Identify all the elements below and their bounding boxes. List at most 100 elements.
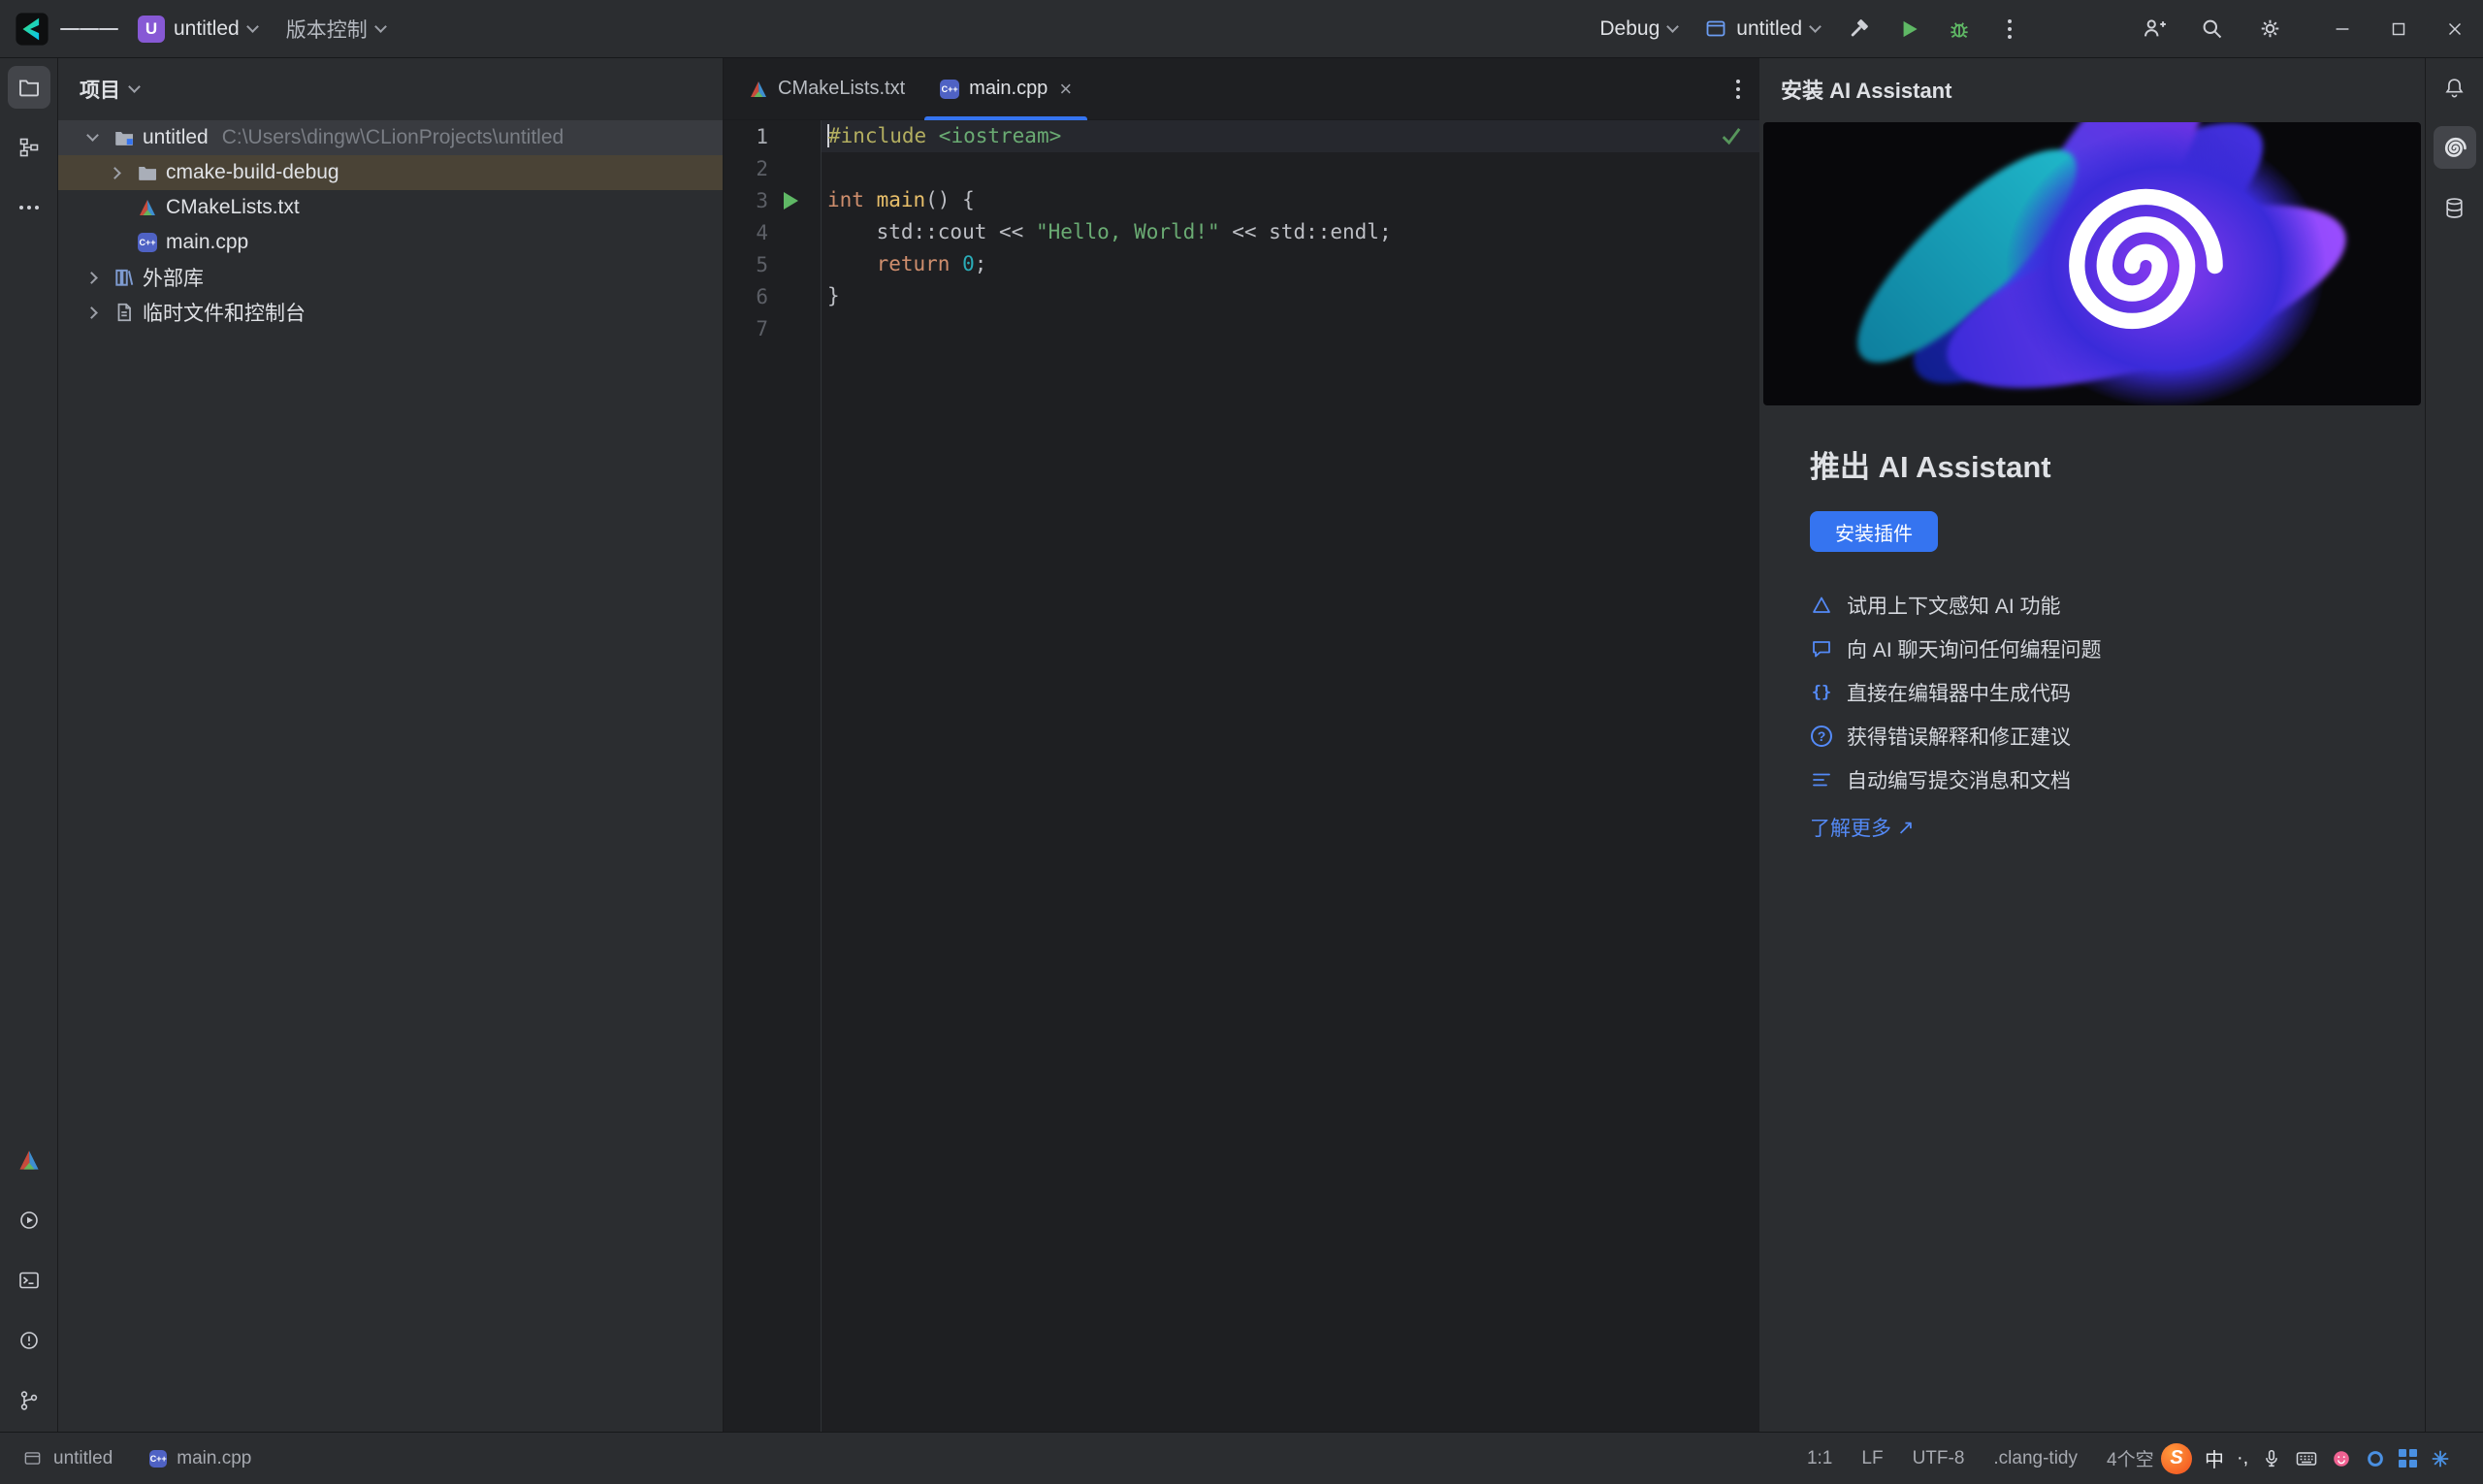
debug-bug-icon[interactable] [1938, 8, 1981, 50]
tree-row-label: CMakeLists.txt [166, 196, 300, 218]
ai-assistant-artwork [1763, 122, 2421, 405]
build-icon[interactable] [1837, 8, 1880, 50]
collapsed-chevron-icon[interactable] [84, 306, 98, 319]
structure-tool-icon[interactable] [8, 126, 50, 169]
tree-row-external-libraries[interactable]: 外部库 [58, 260, 723, 295]
vcs-widget[interactable]: 版本控制 [276, 8, 395, 50]
run-main-gutter-icon[interactable] [784, 191, 798, 210]
code-line[interactable]: } [822, 280, 1759, 312]
file-encoding[interactable]: UTF-8 [1913, 1448, 1965, 1469]
cpp-file-icon: C++ [137, 233, 158, 252]
ai-promo-title: 推出 AI Assistant [1810, 450, 2051, 484]
project-tool-icon[interactable] [7, 66, 50, 109]
folder-icon [137, 162, 158, 183]
feature-label: 试用上下文感知 AI 功能 [1847, 595, 2061, 618]
tab-label: main.cpp [969, 78, 1048, 99]
services-tool-icon[interactable] [8, 1199, 50, 1242]
chat-bubble-icon [1810, 637, 1833, 661]
project-widget[interactable]: U untitled [128, 8, 267, 50]
chevron-down-icon [245, 19, 259, 33]
project-panel-header[interactable]: 项目 [58, 58, 723, 120]
run-configuration-icon [1704, 17, 1727, 41]
version-control-tool-icon[interactable] [8, 1379, 50, 1422]
tab-label: CMakeLists.txt [778, 78, 906, 99]
sogou-logo-icon[interactable]: S [2161, 1442, 2192, 1474]
cpp-file-icon: C++ [940, 79, 960, 99]
minimize-button[interactable] [2314, 0, 2370, 57]
collapsed-chevron-icon[interactable] [108, 166, 121, 179]
tree-row-main-cpp[interactable]: C++ main.cpp [58, 225, 723, 260]
scratch-file-icon [113, 302, 135, 323]
code-line[interactable]: int main() { [822, 184, 1759, 216]
tree-row-label: 外部库 [143, 268, 204, 290]
ime-punctuation-icon[interactable]: ·, [2237, 1447, 2248, 1469]
status-project-name[interactable]: untitled [53, 1448, 113, 1469]
main-menu-icon[interactable] [60, 8, 118, 50]
ime-mic-icon[interactable] [2261, 1448, 2282, 1469]
ime-settings-icon[interactable] [2430, 1448, 2451, 1469]
ime-smart-ring-icon[interactable] [2365, 1448, 2386, 1469]
close-tab-icon[interactable]: × [1059, 78, 1072, 100]
ai-assistant-tool-icon[interactable] [2433, 126, 2476, 169]
tree-row-project-root[interactable]: untitled C:\Users\dingw\CLionProjects\un… [58, 120, 723, 155]
feature-item: ? 获得错误解释和修正建议 [1810, 714, 2425, 758]
more-tool-windows-icon[interactable] [8, 186, 50, 229]
more-actions-icon[interactable] [1988, 8, 2031, 50]
line-number: 6 [756, 284, 768, 308]
database-tool-icon[interactable] [2434, 186, 2476, 229]
code-line[interactable] [822, 152, 1759, 184]
tree-row-label: 临时文件和控制台 [143, 303, 306, 325]
project-path: C:\Users\dingw\CLionProjects\untitled [221, 126, 564, 148]
feature-label: 直接在编辑器中生成代码 [1847, 682, 2071, 705]
indent-setting[interactable]: 4个空格 [2107, 1445, 2153, 1471]
code-line[interactable] [822, 312, 1759, 344]
close-button[interactable] [2427, 0, 2483, 57]
run-configuration-selector[interactable]: untitled [1694, 8, 1829, 50]
terminal-tool-icon[interactable] [8, 1259, 50, 1302]
project-panel-title: 项目 [80, 80, 120, 102]
tab-cmakelists[interactable]: CMakeLists.txt [731, 58, 922, 120]
debug-selector[interactable]: Debug [1590, 8, 1687, 50]
context-ai-icon [1810, 594, 1833, 617]
chevron-down-icon [373, 19, 387, 33]
sogou-ime-toolbar: S 中 ·, [2153, 1433, 2483, 1484]
feature-item: {} 直接在编辑器中生成代码 [1810, 670, 2425, 714]
cmake-tool-icon[interactable] [8, 1139, 50, 1181]
caret-position[interactable]: 1:1 [1807, 1448, 1832, 1469]
tab-options-icon[interactable] [1736, 79, 1740, 99]
cmake-file-icon [137, 198, 158, 217]
collapsed-chevron-icon[interactable] [84, 271, 98, 284]
tree-row-cmakelists[interactable]: CMakeLists.txt [58, 190, 723, 225]
code-line[interactable]: #include <iostream> [822, 120, 1759, 152]
editor-gutter: 1 2 3 4 5 6 7 [724, 120, 822, 1432]
line-number: 4 [756, 220, 768, 244]
run-icon[interactable] [1887, 8, 1930, 50]
code-line[interactable]: return 0; [822, 248, 1759, 280]
line-separator[interactable]: LF [1861, 1448, 1883, 1469]
inspections-ok-icon[interactable] [1719, 123, 1744, 153]
notifications-bell-icon[interactable] [2434, 66, 2476, 109]
problems-tool-icon[interactable] [8, 1319, 50, 1362]
line-number: 2 [756, 156, 768, 180]
code-line[interactable]: std::cout << "Hello, World!" << std::end… [822, 216, 1759, 248]
ime-keyboard-icon[interactable] [2295, 1447, 2318, 1470]
learn-more-link[interactable]: 了解更多 ↗ [1810, 813, 1915, 842]
ime-grid-icon[interactable] [2399, 1449, 2418, 1468]
code-editor[interactable]: 1 2 3 4 5 6 7 #include <iostream> int ma… [724, 120, 1759, 1432]
status-file-name[interactable]: main.cpp [177, 1448, 251, 1469]
code-content: #include <iostream> int main() { std::co… [822, 120, 1759, 1432]
tab-main-cpp[interactable]: C++ main.cpp × [922, 58, 1089, 120]
ime-emoji-icon[interactable] [2331, 1448, 2352, 1469]
ai-panel-title: 安装 AI Assistant [1781, 79, 1952, 103]
tree-row-scratches[interactable]: 临时文件和控制台 [58, 295, 723, 330]
inspection-profile[interactable]: .clang-tidy [1993, 1448, 2078, 1469]
ai-feature-list: 试用上下文感知 AI 功能 向 AI 聊天询问任何编程问题 {} 直接在编辑器中… [1810, 583, 2425, 801]
install-plugin-button[interactable]: 安装插件 [1810, 511, 1938, 552]
code-with-me-icon[interactable] [2132, 8, 2175, 50]
settings-gear-icon[interactable] [2248, 8, 2291, 50]
search-everywhere-icon[interactable] [2190, 8, 2233, 50]
expanded-chevron-icon[interactable] [85, 129, 99, 142]
maximize-button[interactable] [2370, 0, 2427, 57]
tree-row-cmake-build-debug[interactable]: cmake-build-debug [58, 155, 723, 190]
ime-language-icon[interactable]: 中 [2205, 1444, 2224, 1472]
